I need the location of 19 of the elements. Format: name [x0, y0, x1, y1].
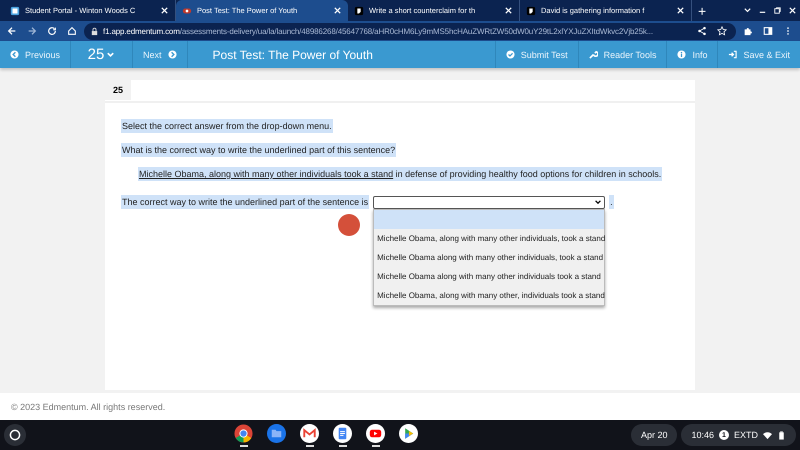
question-number: 25 [105, 80, 132, 100]
dropdown-option[interactable]: Michelle Obama along with many other individuals, took a stand [374, 248, 604, 266]
copyright-text: © 2023 Edmentum. All rights reserved. [11, 402, 166, 412]
dropdown-option[interactable]: Michelle Obama, along with many other individuals, took a stand [374, 228, 604, 248]
example-sentence: Michelle Obama, along with many other individuals took a stand in defense of providing healthy food options for children in schools. [138, 167, 662, 181]
question-text: What is the correct way to write the underlined part of this sentence? [121, 143, 396, 157]
test-title: Post Test: The Power of Youth [212, 48, 373, 62]
dropdown-option[interactable]: Michelle Obama along with many other individuals took a stand [374, 266, 604, 286]
answer-prompt: The correct way to write the underlined part of the sentence is [121, 195, 370, 209]
instruction-text: Select the correct answer from the drop-down menu. [121, 119, 333, 133]
url-host: f1.app.edmentum.com [103, 26, 180, 36]
clock: 10:46 [691, 430, 714, 440]
keyboard-layout: EXTD [734, 430, 758, 440]
sentence-period: . [609, 195, 614, 209]
url-path: /assessments-delivery/ua/la/launch/48986268/45647768/aHR0cHM6Ly9mMS5hcHAuZWRtZW50dW0uY29tL2xlYXJuZXItdWkvc2Vjb25k... [180, 26, 654, 36]
dropdown-option[interactable]: Michelle Obama, along with many other, individuals took a stand [374, 286, 604, 304]
new-tab-button[interactable]: + [692, 2, 712, 18]
address-bar[interactable]: f1.app.edmentum.com/assessments-delivery/ua/la/launch/48986268/45647768/aHR0cHM6Ly9mMS5hcHAuZWRtZW50dW0uY29tL2xlYXJuZXItdWkvc2Vjb25k... [84, 22, 736, 40]
date-display[interactable]: Apr 20 [630, 424, 678, 446]
